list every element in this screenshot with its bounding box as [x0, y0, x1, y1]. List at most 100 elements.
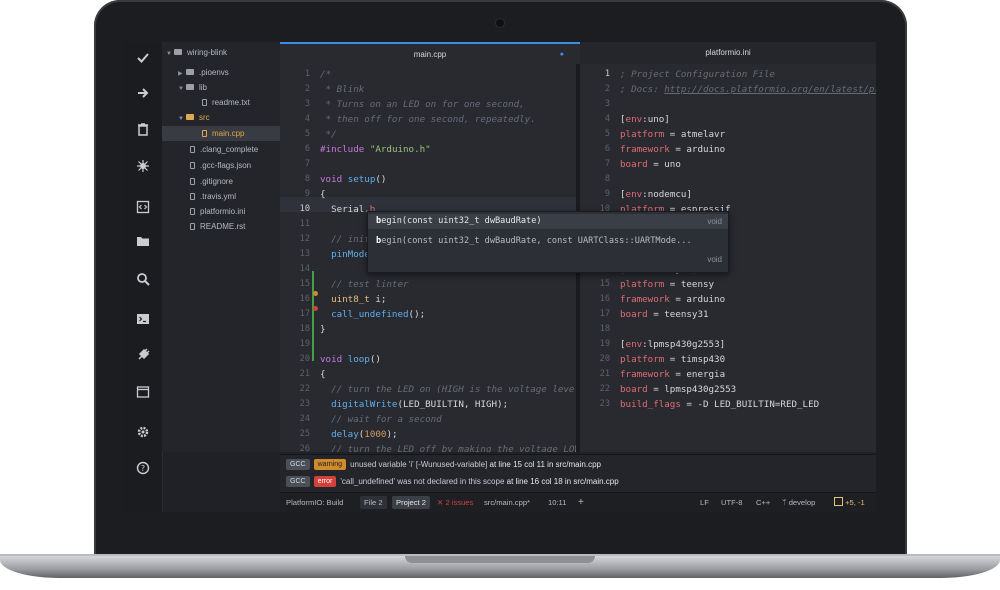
line-number: 3	[304, 99, 310, 109]
code-line: }	[320, 324, 326, 335]
code-line: * then off for one second, repeatedly.	[320, 114, 536, 125]
line-number: 16	[599, 294, 610, 304]
autocomplete-popup: begin(const uint32_t dwBaudRate) void be…	[367, 211, 729, 273]
add-icon[interactable]: +	[578, 493, 584, 512]
bug-icon[interactable]	[133, 159, 153, 179]
error-marker-icon	[313, 306, 318, 311]
folder-icon	[186, 84, 194, 90]
project-tree: ▼ wiring-blink ▶ .pioenvs ▼ lib readme.txt …	[162, 42, 281, 452]
code-line: * Turns on an LED on for one second,	[320, 99, 525, 110]
line-number: 13	[299, 249, 310, 259]
linter-row-error[interactable]: GCC error'call_undefined' was not declare…	[286, 474, 619, 490]
code-line: * Blink	[320, 84, 365, 95]
line-ending[interactable]: LF	[700, 493, 709, 512]
search-icon[interactable]	[133, 272, 153, 292]
code-line: // wait for a second	[320, 414, 442, 425]
git-branch[interactable]: ᛘ develop	[782, 493, 815, 512]
code-line: board = lpmsp430g2553	[620, 384, 737, 395]
line-number: 9	[604, 189, 610, 199]
modified-indicator: ●	[559, 51, 564, 58]
line-number: 23	[299, 399, 310, 409]
code-line: platform = atmelavr	[620, 129, 726, 140]
encoding[interactable]: UTF-8	[721, 493, 743, 512]
warning-badge: warning	[313, 459, 347, 470]
tree-root[interactable]: ▼ wiring-blink	[166, 45, 227, 60]
line-number: 5	[604, 129, 610, 139]
line-number: 1	[604, 69, 610, 79]
file-path[interactable]: src/main.cpp*	[484, 493, 530, 512]
issues-count[interactable]: ✕ 2 issues	[437, 493, 473, 512]
tree-item-platformio-ini[interactable]: platformio.ini	[190, 204, 245, 219]
file-tab-status[interactable]: File 2	[360, 493, 387, 512]
project-tab-status[interactable]: Project 2	[392, 493, 430, 512]
trash-icon[interactable]	[133, 122, 153, 142]
file-icon	[202, 99, 207, 106]
terminal-icon[interactable]	[133, 312, 153, 332]
line-number: 19	[299, 339, 310, 349]
folder-icon	[186, 114, 194, 120]
git-diff[interactable]: +5, -1	[834, 493, 865, 512]
warning-marker-icon	[313, 291, 318, 296]
line-number: 2	[604, 84, 610, 94]
chevron-down-icon: ▼	[178, 86, 184, 92]
folder-icon[interactable]	[133, 234, 153, 254]
tree-item-gcc-flags[interactable]: .gcc-flags.json	[190, 158, 251, 173]
code-line: [env:nodemcu]	[620, 189, 692, 200]
code-line: void loop()	[320, 354, 381, 365]
code-line: uint8_t i;	[331, 294, 387, 305]
tree-item-gitignore[interactable]: .gitignore	[190, 174, 233, 189]
line-number: 19	[599, 339, 610, 349]
tree-item-readme-txt[interactable]: readme.txt	[202, 95, 250, 110]
tree-item-main-cpp[interactable]: main.cpp	[162, 126, 280, 141]
chevron-down-icon: ▼	[178, 116, 184, 122]
file-icon	[190, 223, 195, 230]
code-line: framework = arduino	[620, 144, 726, 155]
line-number: 11	[299, 219, 310, 229]
line-number: 20	[599, 354, 610, 364]
file-icon	[202, 130, 207, 137]
tab-platformio-ini[interactable]: platformio.ini	[580, 42, 876, 64]
code-line: {	[320, 189, 326, 200]
code-line: */	[320, 129, 337, 140]
cursor-position[interactable]: 10:11	[548, 493, 566, 512]
autocomplete-item[interactable]: begin(const uint32_t dwBaudRate, const U…	[368, 234, 728, 249]
check-icon[interactable]	[133, 51, 153, 71]
autocomplete-item[interactable]: begin(const uint32_t dwBaudRate) void	[368, 214, 728, 229]
grammar[interactable]: C++	[756, 493, 770, 512]
gear-icon[interactable]	[133, 425, 153, 445]
linter-panel: GCC warning unused variable 'i' [-Wunused-…	[280, 454, 876, 493]
line-number: 15	[599, 279, 610, 289]
line-number: 5	[304, 129, 310, 139]
code-line: delay(1000);	[331, 429, 398, 440]
line-number: 21	[299, 369, 310, 379]
tree-item-lib[interactable]: ▼ lib	[178, 80, 207, 95]
tree-item-travis[interactable]: .travis.yml	[190, 189, 236, 204]
linter-row-warning[interactable]: GCC warning unused variable 'i' [-Wunused-…	[286, 457, 601, 473]
line-number: 3	[604, 99, 610, 109]
plug-icon[interactable]	[133, 348, 153, 368]
tab-main-cpp[interactable]: main.cpp ●	[280, 42, 580, 64]
line-number: 6	[604, 144, 610, 154]
folder-icon	[174, 49, 182, 55]
build-status[interactable]: PlatformIO: Build	[286, 493, 343, 512]
help-icon[interactable]: ?	[133, 461, 153, 481]
code-line: {	[320, 369, 326, 380]
line-number: 15	[299, 279, 310, 289]
line-number: 7	[304, 159, 310, 169]
file-icon	[190, 162, 195, 169]
code-line: // turn the LED on (HIGH is the voltage …	[320, 384, 576, 395]
line-number: 17	[299, 309, 310, 319]
window-icon[interactable]	[133, 385, 153, 405]
file-icon	[190, 193, 195, 200]
tree-item-readme-rst[interactable]: README.rst	[190, 219, 245, 234]
tree-item-src[interactable]: ▼ src	[178, 110, 210, 125]
line-number: 10	[299, 204, 310, 214]
code-line: ; Docs: http://docs.platformio.org/en/la…	[620, 84, 876, 95]
code-line: // turn the LED off by making the voltag…	[320, 444, 576, 452]
code-icon[interactable]	[133, 200, 153, 220]
code-line: board = teensy31	[620, 309, 709, 320]
tree-item-clang-complete[interactable]: .clang_complete	[190, 142, 258, 157]
tree-item-pioenvs[interactable]: ▶ .pioenvs	[178, 65, 229, 80]
arrow-right-icon[interactable]	[133, 86, 153, 106]
autocomplete-type-row: void	[707, 255, 722, 264]
